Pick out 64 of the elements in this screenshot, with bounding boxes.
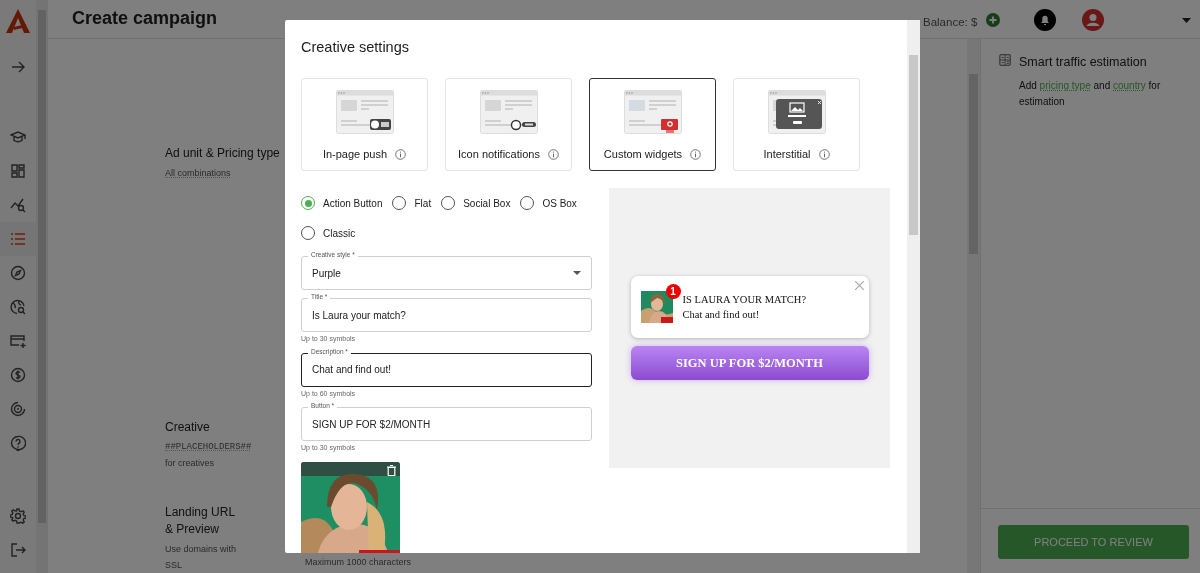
card-label: Custom widgets — [603, 147, 683, 163]
ad-unit-card[interactable]: In-page push — [301, 78, 428, 172]
globe-search-icon[interactable] — [10, 299, 26, 315]
info-icon[interactable] — [818, 149, 830, 161]
avatar-icon[interactable] — [1082, 9, 1104, 31]
cta-button[interactable]: SIGN UP FOR $2/MONTH — [630, 346, 869, 381]
section-title: Ad unit & Pricing type — [165, 145, 281, 162]
browser-mockup-drawing — [767, 90, 826, 135]
dialog-title: Creative settings — [301, 39, 410, 57]
graduation-cap-icon[interactable] — [10, 129, 26, 145]
logout-icon[interactable] — [10, 542, 26, 558]
input-field[interactable]: SIGN UP FOR $2/MONTH — [301, 407, 592, 442]
bell-icon[interactable] — [1034, 9, 1056, 31]
browser-mockup-drawing — [623, 90, 682, 135]
card-plus-icon[interactable] — [10, 333, 26, 349]
radio-option[interactable]: Action Button — [301, 188, 383, 219]
compass-icon[interactable] — [10, 265, 26, 281]
text-link[interactable]: All combinations — [165, 164, 285, 181]
notification-text: Chat and find out! — [682, 308, 761, 323]
radio-option[interactable]: Flat — [392, 188, 432, 219]
card-label: Icon notifications — [458, 147, 540, 163]
grid-icon[interactable] — [10, 163, 26, 179]
card-label: In-page push — [322, 147, 388, 163]
balance-label: Balance: $ — [923, 15, 978, 30]
ad-unit-card[interactable]: Interstitial — [733, 78, 860, 172]
logo-icon[interactable] — [5, 8, 31, 34]
browser-mockup-drawing — [479, 90, 538, 135]
calculator-icon — [999, 53, 1012, 68]
input-field[interactable]: Is Laura your match? — [301, 298, 592, 333]
trash-icon[interactable] — [387, 464, 396, 476]
placeholder-text: ##PLACEHOLDERS## — [165, 440, 253, 454]
dollar-icon[interactable] — [10, 367, 26, 383]
radio-option[interactable]: Social Box — [441, 188, 511, 219]
caret-icon[interactable] — [1182, 17, 1191, 23]
section-title: Landing URL & Preview — [165, 504, 236, 538]
note-text: Maximum 1000 characters — [305, 556, 412, 569]
info-icon[interactable] — [690, 149, 702, 161]
radio-option[interactable]: Classic — [301, 218, 356, 249]
section-note: Use domains with SSL — [165, 542, 238, 572]
target-icon[interactable] — [10, 401, 26, 417]
radio-option[interactable]: OS Box — [520, 188, 577, 219]
estimation-text: Add pricing type and country for estimation — [1019, 78, 1162, 109]
chart-search-icon[interactable] — [10, 197, 26, 213]
close-icon[interactable] — [854, 281, 864, 291]
browser-mockup-drawing — [335, 90, 394, 135]
notification-title: IS LAURA YOUR MATCH? — [682, 292, 807, 307]
info-icon[interactable] — [547, 149, 559, 161]
section-note: for creatives — [165, 457, 216, 470]
help-icon[interactable] — [10, 435, 26, 451]
scrollbar[interactable] — [967, 39, 980, 573]
add-icon[interactable] — [986, 13, 1000, 27]
panel-title: Smart traffic estimation — [1019, 54, 1148, 72]
page-title: Create campaign — [72, 8, 218, 30]
arrow-right-icon[interactable] — [10, 59, 26, 75]
dropdown-caret-icon[interactable] — [573, 271, 581, 276]
ad-unit-card[interactable]: Icon notifications — [445, 78, 572, 172]
info-icon[interactable] — [395, 149, 407, 161]
card-label: Interstitial — [763, 147, 811, 163]
ad-unit-card[interactable]: Custom widgets — [589, 78, 716, 172]
settings-icon[interactable] — [10, 508, 26, 524]
section-title: Creative — [165, 419, 211, 436]
list-icon[interactable] — [10, 231, 26, 247]
scrollbar[interactable] — [907, 20, 920, 553]
scrollbar[interactable] — [36, 0, 48, 573]
